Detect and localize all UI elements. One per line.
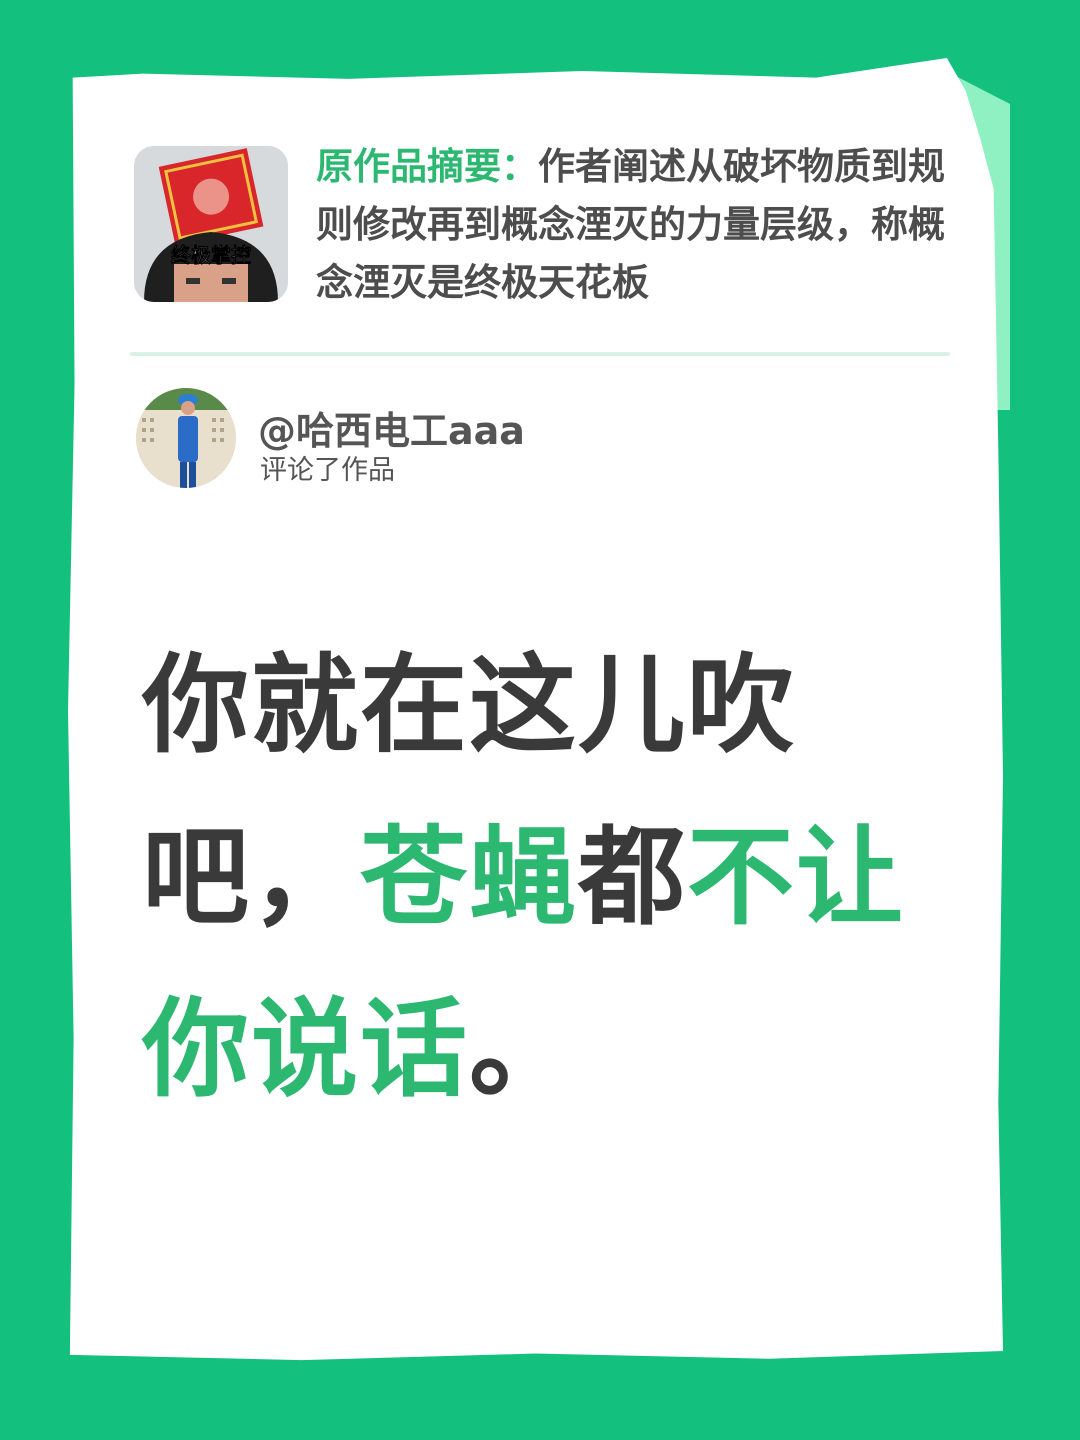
quote-segment: 。 — [469, 988, 579, 1112]
quote-highlight-segment: 你说话 — [142, 988, 470, 1112]
comment-action-label: 评论了作品 — [260, 455, 395, 486]
quote-line: 你说话。 — [142, 964, 962, 1136]
quote-segment: 都 — [578, 816, 688, 940]
original-work-thumbnail[interactable]: 终极掌控 — [134, 146, 288, 302]
quote-highlight-segment: 不让 — [687, 816, 906, 940]
thumbnail-image: 终极掌控 — [134, 146, 288, 302]
quote-segment: 吧， — [142, 816, 361, 940]
divider — [130, 352, 950, 356]
commenter-username[interactable]: @哈西电工aaa — [258, 400, 525, 455]
quote-line: 吧，苍蝇都不让 — [142, 792, 962, 964]
quote-line: 你就在这儿吹 — [142, 620, 962, 792]
summary-label: 原作品摘要： — [316, 145, 538, 188]
comment-quote: 你就在这儿吹 吧，苍蝇都不让 你说话。 — [142, 620, 962, 1136]
original-summary: 原作品摘要：作者阐述从破坏物质到规则修改再到概念湮灭的力量层级，称概念湮灭是终极… — [316, 138, 966, 312]
commenter-avatar[interactable] — [136, 388, 236, 488]
thumbnail-caption: 终极掌控 — [171, 243, 251, 267]
quote-segment: 你就在这儿吹 — [142, 644, 797, 768]
avatar-image — [136, 388, 236, 488]
quote-highlight-segment: 苍蝇 — [360, 816, 579, 940]
